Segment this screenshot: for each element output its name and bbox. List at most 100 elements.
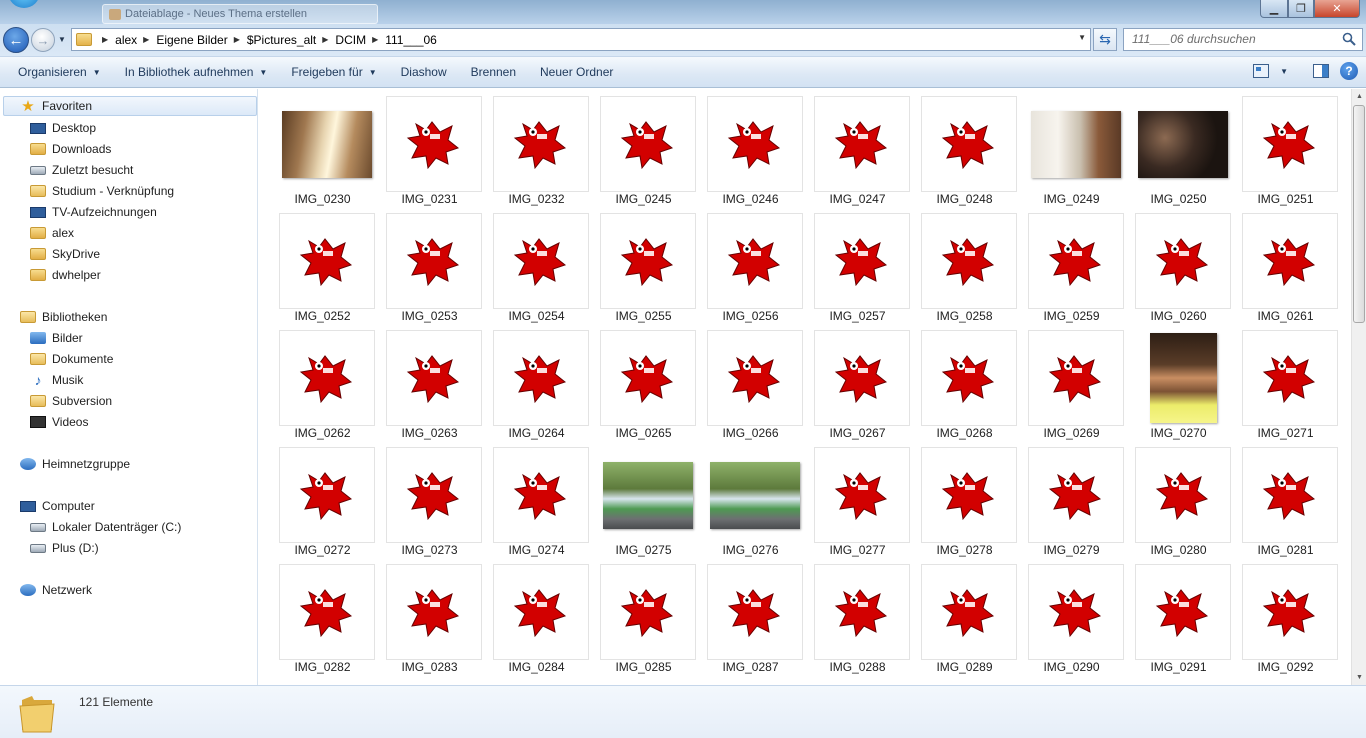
recent-pages-button[interactable]: ▼ [58, 35, 66, 44]
file-item[interactable]: IMG_0266 [697, 323, 804, 440]
file-item[interactable]: IMG_0231 [376, 89, 483, 206]
chevron-right-icon[interactable]: ▶ [102, 35, 108, 44]
file-item[interactable]: IMG_0291 [1125, 557, 1232, 674]
sidebar-item-bibliotheken[interactable]: Bibliotheken [20, 307, 107, 327]
file-item[interactable]: IMG_0245 [590, 89, 697, 206]
file-item[interactable]: IMG_0264 [483, 323, 590, 440]
file-item[interactable]: IMG_0287 [697, 557, 804, 674]
file-item[interactable]: IMG_0254 [483, 206, 590, 323]
scroll-down-button[interactable]: ▼ [1352, 670, 1366, 685]
file-item[interactable]: IMG_0279 [1018, 440, 1125, 557]
background-window-tab[interactable]: Dateiablage - Neues Thema erstellen [102, 4, 378, 24]
sidebar-item-netzwerk[interactable]: Netzwerk [20, 580, 92, 600]
file-item[interactable]: IMG_0262 [269, 323, 376, 440]
file-item[interactable]: IMG_0250 [1125, 89, 1232, 206]
address-history-dropdown[interactable]: ▼ [1078, 33, 1086, 42]
help-button[interactable]: ? [1340, 62, 1358, 80]
file-item[interactable]: IMG_0281 [1232, 440, 1339, 557]
sidebar-item-tv[interactable]: TV-Aufzeichnungen [30, 202, 157, 222]
sidebar-item-bilder[interactable]: Bilder [30, 328, 83, 348]
file-item[interactable]: IMG_0260 [1125, 206, 1232, 323]
file-list[interactable]: IMG_0230 IMG_0231 IMG_0232 IMG_0245 IMG_0246… [259, 89, 1351, 685]
file-item[interactable]: IMG_0261 [1232, 206, 1339, 323]
file-item[interactable]: IMG_0265 [590, 323, 697, 440]
file-item[interactable]: IMG_0290 [1018, 557, 1125, 674]
sidebar-item-studium[interactable]: Studium - Verknüpfung [30, 181, 174, 201]
minimize-button[interactable]: ▁ [1260, 0, 1288, 18]
breadcrumb-dcim[interactable]: DCIM [335, 33, 366, 47]
sidebar-item-desktop[interactable]: Desktop [30, 118, 96, 138]
file-item[interactable]: IMG_0259 [1018, 206, 1125, 323]
vertical-scrollbar[interactable]: ▲ ▼ [1351, 89, 1366, 685]
sidebar-item-subversion[interactable]: Subversion [30, 391, 112, 411]
file-item[interactable]: IMG_0248 [911, 89, 1018, 206]
burn-button[interactable]: Brennen [459, 60, 528, 84]
file-item[interactable]: IMG_0268 [911, 323, 1018, 440]
file-item[interactable]: IMG_0253 [376, 206, 483, 323]
sidebar-item-videos[interactable]: Videos [30, 412, 88, 432]
breadcrumb-alex[interactable]: alex [115, 33, 137, 47]
file-item[interactable]: IMG_0263 [376, 323, 483, 440]
file-item[interactable]: IMG_0276 [697, 440, 804, 557]
sidebar-item-favoriten[interactable]: ★ Favoriten [3, 96, 257, 116]
sidebar-item-drive-d[interactable]: Plus (D:) [30, 538, 99, 558]
file-item[interactable]: IMG_0271 [1232, 323, 1339, 440]
slideshow-button[interactable]: Diashow [389, 60, 459, 84]
file-item[interactable]: IMG_0282 [269, 557, 376, 674]
file-item[interactable]: IMG_0267 [804, 323, 911, 440]
file-item[interactable]: IMG_0270 [1125, 323, 1232, 440]
chevron-right-icon[interactable]: ▶ [143, 35, 149, 44]
sidebar-item-downloads[interactable]: Downloads [30, 139, 111, 159]
file-item[interactable]: IMG_0284 [483, 557, 590, 674]
file-item[interactable]: IMG_0252 [269, 206, 376, 323]
sidebar-item-computer[interactable]: Computer [20, 496, 95, 516]
organize-button[interactable]: Organisieren ▼ [6, 60, 113, 84]
file-item[interactable]: IMG_0285 [590, 557, 697, 674]
file-item[interactable]: IMG_0230 [269, 89, 376, 206]
share-with-button[interactable]: Freigeben für ▼ [279, 60, 388, 84]
file-item[interactable]: IMG_0256 [697, 206, 804, 323]
sidebar-item-dwhelper[interactable]: dwhelper [30, 265, 101, 285]
file-item[interactable]: IMG_0232 [483, 89, 590, 206]
file-item[interactable]: IMG_0246 [697, 89, 804, 206]
breadcrumb-pictures-alt[interactable]: $Pictures_alt [247, 33, 316, 47]
breadcrumb-eigene-bilder[interactable]: Eigene Bilder [156, 33, 227, 47]
sidebar-item-drive-c[interactable]: Lokaler Datenträger (C:) [30, 517, 181, 537]
file-item[interactable]: IMG_0247 [804, 89, 911, 206]
new-folder-button[interactable]: Neuer Ordner [528, 60, 625, 84]
scroll-up-button[interactable]: ▲ [1352, 89, 1366, 104]
add-to-library-button[interactable]: In Bibliothek aufnehmen ▼ [113, 60, 280, 84]
file-item[interactable]: IMG_0272 [269, 440, 376, 557]
refresh-button[interactable]: ⇆ [1093, 28, 1117, 51]
search-icon[interactable] [1342, 32, 1356, 46]
preview-pane-button[interactable] [1310, 61, 1332, 81]
sidebar-item-recent[interactable]: Zuletzt besucht [30, 160, 133, 180]
change-view-button[interactable] [1250, 61, 1272, 81]
forward-button[interactable]: → [31, 28, 55, 52]
file-item[interactable]: IMG_0283 [376, 557, 483, 674]
sidebar-item-alex[interactable]: alex [30, 223, 74, 243]
file-item[interactable]: IMG_0249 [1018, 89, 1125, 206]
view-options-dropdown[interactable]: ▼ [1280, 67, 1288, 76]
file-item[interactable]: IMG_0255 [590, 206, 697, 323]
file-item[interactable]: IMG_0277 [804, 440, 911, 557]
address-bar[interactable]: ▶ alex ▶ Eigene Bilder ▶ $Pictures_alt ▶… [71, 28, 1091, 51]
file-item[interactable]: IMG_0280 [1125, 440, 1232, 557]
maximize-button[interactable]: ❐ [1288, 0, 1314, 18]
file-item[interactable]: IMG_0289 [911, 557, 1018, 674]
back-button[interactable]: ← [3, 27, 29, 53]
sidebar-item-heimnetzgruppe[interactable]: Heimnetzgruppe [20, 454, 130, 474]
file-item[interactable]: IMG_0251 [1232, 89, 1339, 206]
file-item[interactable]: IMG_0273 [376, 440, 483, 557]
file-item[interactable]: IMG_0274 [483, 440, 590, 557]
close-button[interactable]: ✕ [1314, 0, 1360, 18]
chevron-right-icon[interactable]: ▶ [372, 35, 378, 44]
file-item[interactable]: IMG_0258 [911, 206, 1018, 323]
search-input[interactable] [1124, 29, 1330, 49]
file-item[interactable]: IMG_0288 [804, 557, 911, 674]
sidebar-item-musik[interactable]: ♪ Musik [30, 370, 84, 390]
sidebar-item-dokumente[interactable]: Dokumente [30, 349, 113, 369]
sidebar-item-skydrive[interactable]: SkyDrive [30, 244, 100, 264]
breadcrumb-current-folder[interactable]: 111___06 [385, 33, 437, 47]
file-item[interactable]: IMG_0269 [1018, 323, 1125, 440]
